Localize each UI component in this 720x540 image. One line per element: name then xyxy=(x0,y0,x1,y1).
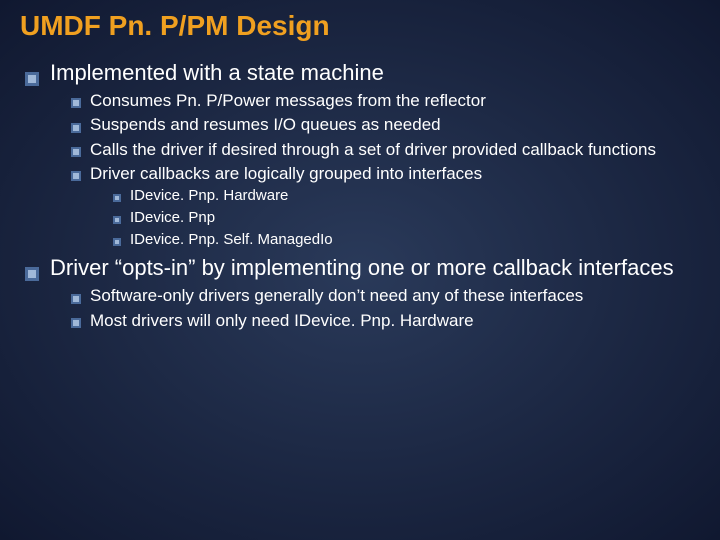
list-item: Implemented with a state machine Consume… xyxy=(50,60,700,249)
list-item-text: Suspends and resumes I/O queues as neede… xyxy=(90,115,441,134)
list-item: IDevice. Pnp. Hardware xyxy=(130,187,700,206)
list-item: Consumes Pn. P/Power messages from the r… xyxy=(90,90,700,111)
bullet-list: IDevice. Pnp. Hardware IDevice. Pnp xyxy=(130,187,700,249)
list-item-text: Consumes Pn. P/Power messages from the r… xyxy=(90,91,486,110)
list-item: Most drivers will only need IDevice. Pnp… xyxy=(90,310,700,331)
bullet-icon xyxy=(112,190,122,209)
list-item: Calls the driver if desired through a se… xyxy=(90,139,700,160)
list-item-text: Calls the driver if desired through a se… xyxy=(90,140,656,159)
bullet-icon xyxy=(70,313,82,334)
bullet-icon xyxy=(112,234,122,253)
list-item-text: IDevice. Pnp. Hardware xyxy=(130,187,288,204)
bullet-icon xyxy=(112,212,122,231)
list-item: IDevice. Pnp. Self. ManagedIo xyxy=(130,231,700,250)
list-item-text: IDevice. Pnp. Self. ManagedIo xyxy=(130,231,333,248)
bullet-list: Software-only drivers generally don’t ne… xyxy=(90,285,700,331)
list-item-text: IDevice. Pnp xyxy=(130,209,215,226)
list-item: Driver “opts-in” by implementing one or … xyxy=(50,255,700,331)
list-item: Suspends and resumes I/O queues as neede… xyxy=(90,114,700,135)
list-item-text: Implemented with a state machine xyxy=(50,60,384,85)
bullet-icon xyxy=(70,93,82,114)
list-item: Software-only drivers generally don’t ne… xyxy=(90,285,700,306)
bullet-icon xyxy=(70,142,82,163)
bullet-icon xyxy=(24,67,40,93)
list-item-text: Most drivers will only need IDevice. Pnp… xyxy=(90,311,474,330)
bullet-list: Consumes Pn. P/Power messages from the r… xyxy=(90,90,700,249)
bullet-icon xyxy=(70,166,82,187)
slide: UMDF Pn. P/PM Design Implemented with a … xyxy=(0,0,720,540)
slide-title: UMDF Pn. P/PM Design xyxy=(20,10,700,42)
list-item: Driver callbacks are logically grouped i… xyxy=(90,163,700,250)
bullet-icon xyxy=(70,289,82,310)
list-item-text: Software-only drivers generally don’t ne… xyxy=(90,286,583,305)
list-item: IDevice. Pnp xyxy=(130,209,700,228)
bullet-icon xyxy=(24,262,40,288)
list-item-text: Driver “opts-in” by implementing one or … xyxy=(50,255,674,280)
list-item-text: Driver callbacks are logically grouped i… xyxy=(90,164,482,183)
bullet-list: Implemented with a state machine Consume… xyxy=(50,60,700,331)
bullet-icon xyxy=(70,118,82,139)
